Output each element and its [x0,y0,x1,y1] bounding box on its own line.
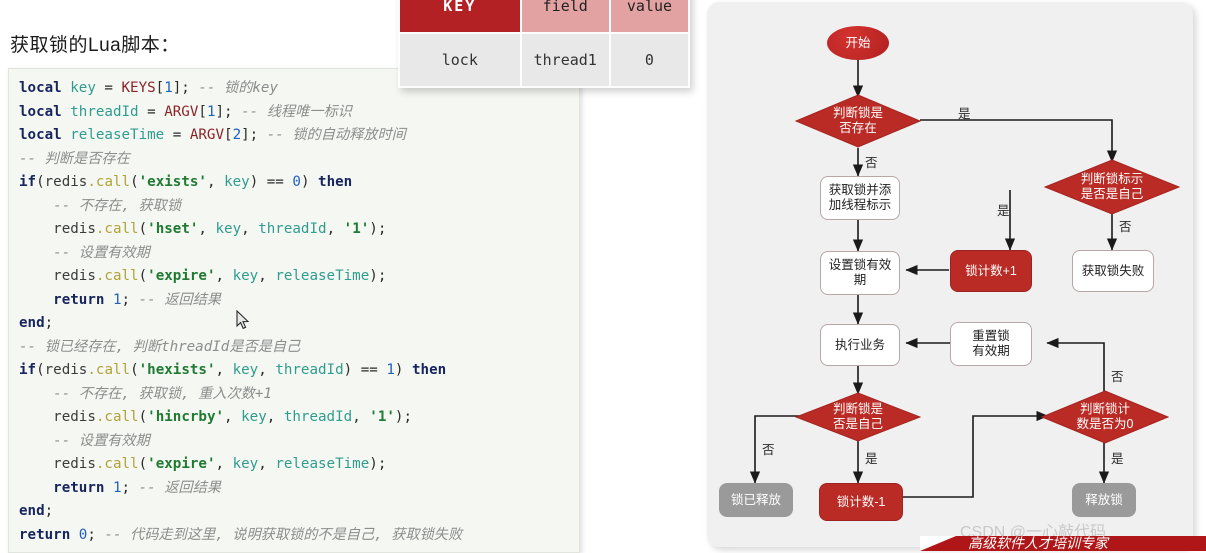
flow-node-set-expire: 设置锁有效 期 [820,251,900,295]
bottom-banner: 高级软件人才培训专家 [920,536,1206,551]
flow-node-release-lock: 释放锁 [1072,483,1136,517]
flow-node-run-business: 执行业务 [820,324,900,366]
flow-node-reset-expire: 重置锁 有效期 [950,322,1032,366]
redis-hash-table: KEY field value lock thread1 0 [398,0,690,88]
lua-code-content: local key = KEYS[1]; -- 锁的key local thre… [19,80,463,543]
flow-node-start: 开始 [827,26,889,60]
flow-edge-label-is-self-no: 否 [762,443,775,457]
table-header-row: KEY field value [400,0,688,32]
table-cell-field: thread1 [521,34,609,86]
table-field-header: field [521,0,609,32]
flow-node-acquire-fail: 获取锁失败 [1072,250,1154,292]
flow-node-acquire-lock: 获取锁并添 加线程标示 [820,176,900,220]
flow-edge-label-is-self-yes: 是 [865,452,878,466]
table-row: lock thread1 0 [400,34,688,86]
flow-edge-label-exists-no: 否 [865,156,878,170]
flow-node-lock-released: 锁已释放 [719,483,793,517]
table-cell-value: 0 [610,34,688,86]
flow-edge-label-count-zero-yes: 是 [1111,452,1124,466]
flow-node-lock-count-plus: 锁计数+1 [950,250,1032,292]
flow-edge-label-count-zero-no: 否 [1111,370,1124,384]
flow-node-lock-count-minus: 锁计数-1 [819,483,903,521]
flow-label-check-count-zero: 判断锁计 数是否为0 [1076,401,1134,432]
flow-label-check-is-self: 判断锁是 否是自己 [832,401,883,432]
banner-text: 高级软件人才培训专家 [968,536,1108,551]
flow-edge-label-owner-no: 否 [1119,220,1132,234]
table-cell-key: lock [400,34,520,86]
flow-label-check-owner: 判断锁标示 是否是自己 [1080,171,1144,202]
flow-edge-label-exists-yes: 是 [958,107,971,121]
mouse-cursor-icon [236,310,250,330]
flow-label-check-lock-exists: 判断锁是 否存在 [832,105,883,136]
table-value-header: value [610,0,688,32]
lua-code-block: local key = KEYS[1]; -- 锁的key local thre… [8,68,580,553]
table-key-header: KEY [400,0,520,32]
page-title: 获取锁的Lua脚本： [10,35,180,56]
lock-flowchart-panel: 开始 判断锁是 否存在 判断锁标示 是否是自己 获取锁并添 加线程标示 锁计数+… [707,2,1193,547]
flow-edge-label-owner-yes: 是 [997,204,1010,218]
